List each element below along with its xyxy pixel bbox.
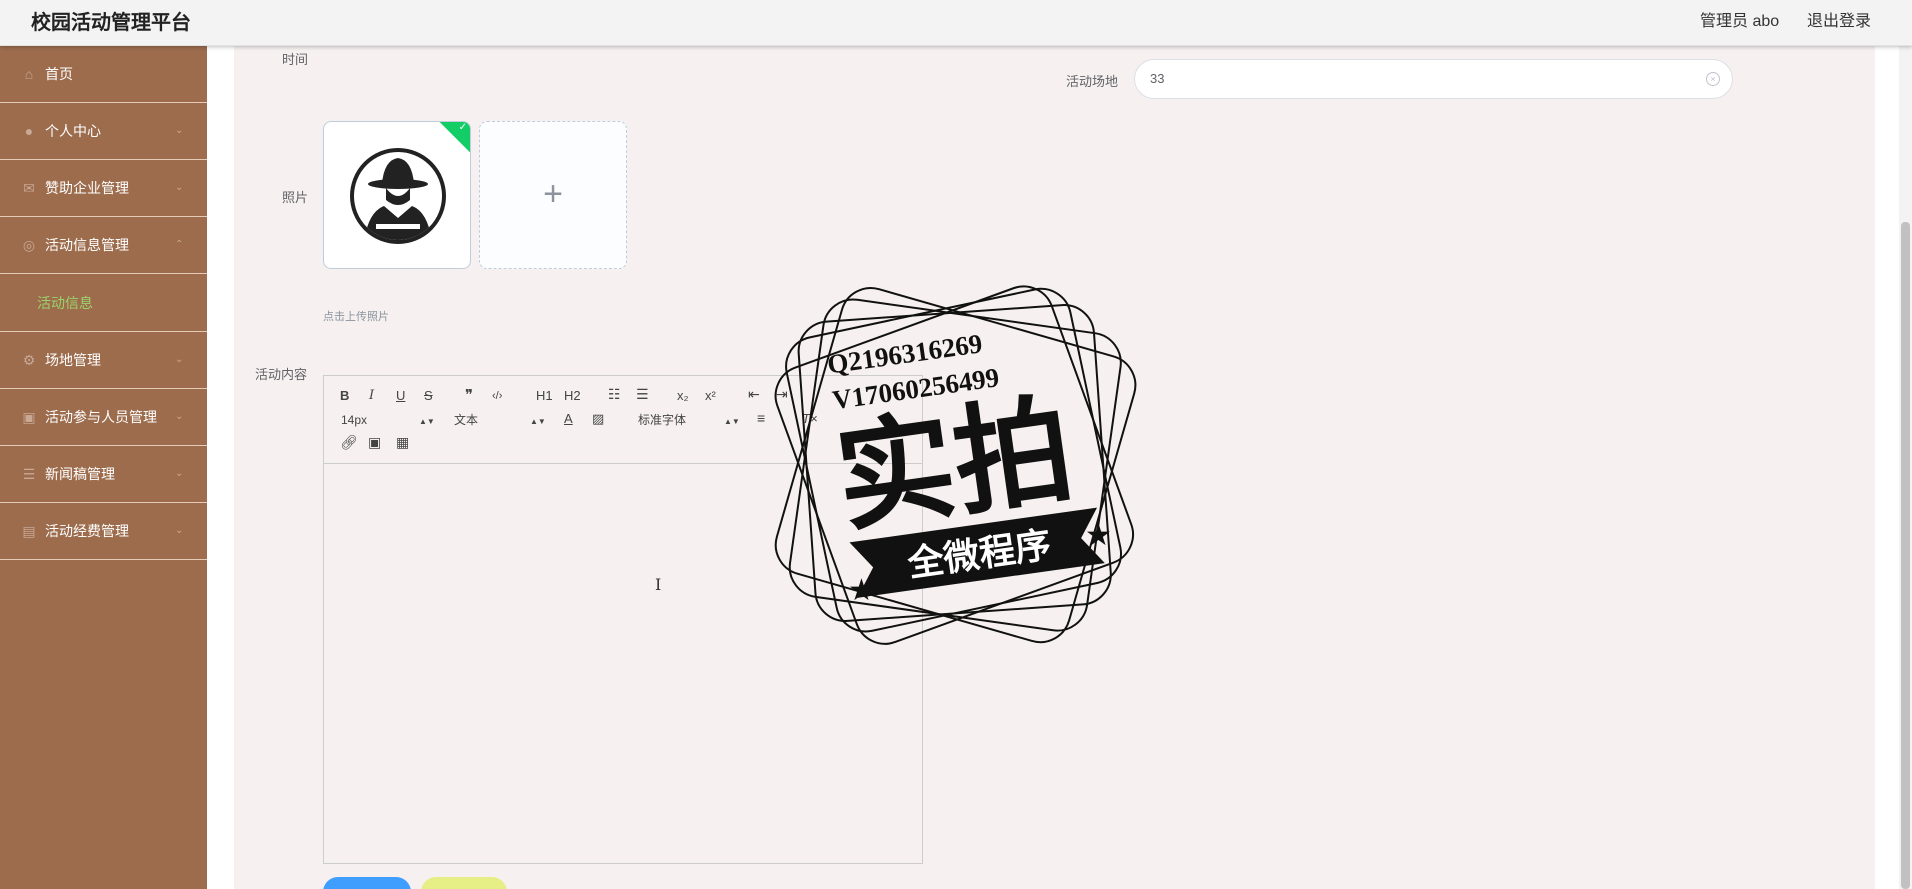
- rich-text-editor[interactable]: B I U S ❞ ‹/› H1 H2 ☷ ☰ x₂ x² ⇤ ⇥ 14px ▲…: [323, 375, 923, 864]
- background-color-icon[interactable]: ▨: [592, 411, 604, 427]
- cancel-button[interactable]: [421, 877, 507, 889]
- app-title: 校园活动管理平台: [31, 12, 191, 34]
- photo-label: 照片: [282, 190, 309, 205]
- sidebar-item-press[interactable]: ☰ 新闻稿管理 ⌄: [0, 446, 207, 503]
- user-icon: ●: [24, 123, 34, 139]
- sidebar-item-budget[interactable]: ▤ 活动经费管理 ⌄: [0, 503, 207, 560]
- sidebar-item-label: 活动经费管理: [45, 523, 129, 539]
- sidebar-item-sponsors[interactable]: ✉ 赞助企业管理 ⌄: [0, 160, 207, 217]
- bullet-list-icon[interactable]: ☰: [636, 386, 649, 402]
- home-icon: ⌂: [24, 66, 34, 82]
- font-color-icon[interactable]: A: [564, 411, 573, 427]
- upload-hint: 点击上传照片: [323, 311, 389, 323]
- submit-button[interactable]: [323, 877, 411, 889]
- sidebar-item-label: 新闻稿管理: [45, 466, 115, 482]
- briefcase-icon: ▤: [22, 523, 36, 539]
- subscript-button[interactable]: x₂: [677, 388, 689, 404]
- outdent-icon[interactable]: ⇤: [748, 386, 760, 402]
- sidebar-item-profile[interactable]: ● 个人中心 ⌄: [0, 103, 207, 160]
- superscript-button[interactable]: x²: [705, 388, 716, 404]
- font-family-value: 标准字体: [638, 413, 687, 427]
- indent-icon[interactable]: ⇥: [776, 386, 788, 402]
- sidebar-item-label: 首页: [45, 66, 73, 82]
- editor-toolbar: B I U S ❞ ‹/› H1 H2 ☷ ☰ x₂ x² ⇤ ⇥ 14px ▲…: [324, 376, 922, 464]
- italic-button[interactable]: I: [369, 388, 374, 404]
- check-icon: ✓: [458, 122, 467, 133]
- ordered-list-icon[interactable]: ☷: [608, 386, 621, 402]
- sidebar-subitem-label: 活动信息: [37, 294, 93, 311]
- header-select[interactable]: 文本 ▲▼: [454, 412, 546, 428]
- select-arrow-icon: ▲▼: [419, 417, 435, 426]
- sidebar-subitem-activity-info[interactable]: 活动信息: [0, 274, 207, 332]
- venue-input[interactable]: 33 ×: [1134, 59, 1733, 99]
- picture-icon: ▣: [22, 409, 36, 425]
- mail-icon: ✉: [23, 180, 35, 196]
- blockquote-button[interactable]: ❞: [465, 388, 473, 404]
- code-block-button[interactable]: ‹/›: [492, 388, 502, 404]
- content-label: 活动内容: [255, 367, 308, 382]
- image-icon[interactable]: ▣: [368, 434, 381, 450]
- sidebar-item-label: 场地管理: [45, 352, 101, 368]
- sidebar-item-label: 活动信息管理: [45, 237, 129, 253]
- font-size-value: 14px: [341, 413, 368, 427]
- chevron-down-icon: ⌄: [175, 411, 184, 422]
- sidebar-item-label: 个人中心: [45, 123, 101, 139]
- font-family-select[interactable]: 标准字体 ▲▼: [638, 412, 740, 428]
- header2-button[interactable]: H2: [564, 388, 581, 404]
- venue-label: 活动场地: [1066, 74, 1119, 89]
- chevron-down-icon: ⌄: [175, 525, 184, 536]
- chevron-down-icon: ⌄: [175, 182, 184, 193]
- sidebar: ⌂ 首页 ● 个人中心 ⌄ ✉ 赞助企业管理 ⌄ ◎ 活动信息管理 ⌃ 活动信息…: [0, 46, 207, 889]
- current-user: 管理员 abo: [1700, 13, 1780, 30]
- spy-avatar-image: [350, 148, 446, 244]
- text-cursor-icon: I: [655, 575, 662, 594]
- bold-button[interactable]: B: [340, 388, 349, 404]
- header-select-value: 文本: [454, 413, 479, 427]
- sidebar-item-venues[interactable]: ⚙ 场地管理 ⌄: [0, 332, 207, 389]
- sidebar-item-participants[interactable]: ▣ 活动参与人员管理 ⌄: [0, 389, 207, 446]
- clear-format-icon[interactable]: T×: [802, 411, 818, 427]
- chevron-down-icon: ⌄: [175, 125, 184, 136]
- top-header: 校园活动管理平台 管理员 abo 退出登录: [0, 0, 1912, 46]
- gear-icon: ⚙: [22, 352, 36, 368]
- sidebar-item-activity-info[interactable]: ◎ 活动信息管理 ⌃: [0, 217, 207, 274]
- venue-input-value: 33: [1150, 71, 1165, 86]
- uploaded-photo[interactable]: ✓: [323, 121, 471, 269]
- chevron-up-icon: ⌃: [175, 239, 184, 250]
- underline-button[interactable]: U: [396, 388, 405, 404]
- sidebar-item-label: 活动参与人员管理: [45, 409, 157, 425]
- sidebar-item-label: 赞助企业管理: [45, 180, 129, 196]
- chevron-down-icon: ⌄: [175, 468, 184, 479]
- logout-link[interactable]: 退出登录: [1807, 7, 1871, 31]
- align-icon[interactable]: ≡: [757, 410, 765, 426]
- header1-button[interactable]: H1: [536, 388, 553, 404]
- link-icon[interactable]: 🔗︎: [340, 434, 358, 450]
- scrollbar-thumb[interactable]: [1901, 222, 1910, 889]
- select-arrow-icon: ▲▼: [530, 417, 546, 426]
- sidebar-item-home[interactable]: ⌂ 首页: [0, 46, 207, 103]
- clear-icon[interactable]: ×: [1706, 72, 1720, 86]
- time-label: 时间: [282, 52, 309, 67]
- font-size-select[interactable]: 14px ▲▼: [341, 412, 435, 428]
- strike-button[interactable]: S: [424, 388, 433, 404]
- upload-photo-button[interactable]: +: [479, 121, 627, 269]
- chevron-down-icon: ⌄: [175, 354, 184, 365]
- select-arrow-icon: ▲▼: [724, 417, 740, 426]
- video-icon[interactable]: ▦: [396, 434, 409, 450]
- compass-icon: ◎: [22, 237, 36, 253]
- sliders-icon: ☰: [22, 466, 36, 482]
